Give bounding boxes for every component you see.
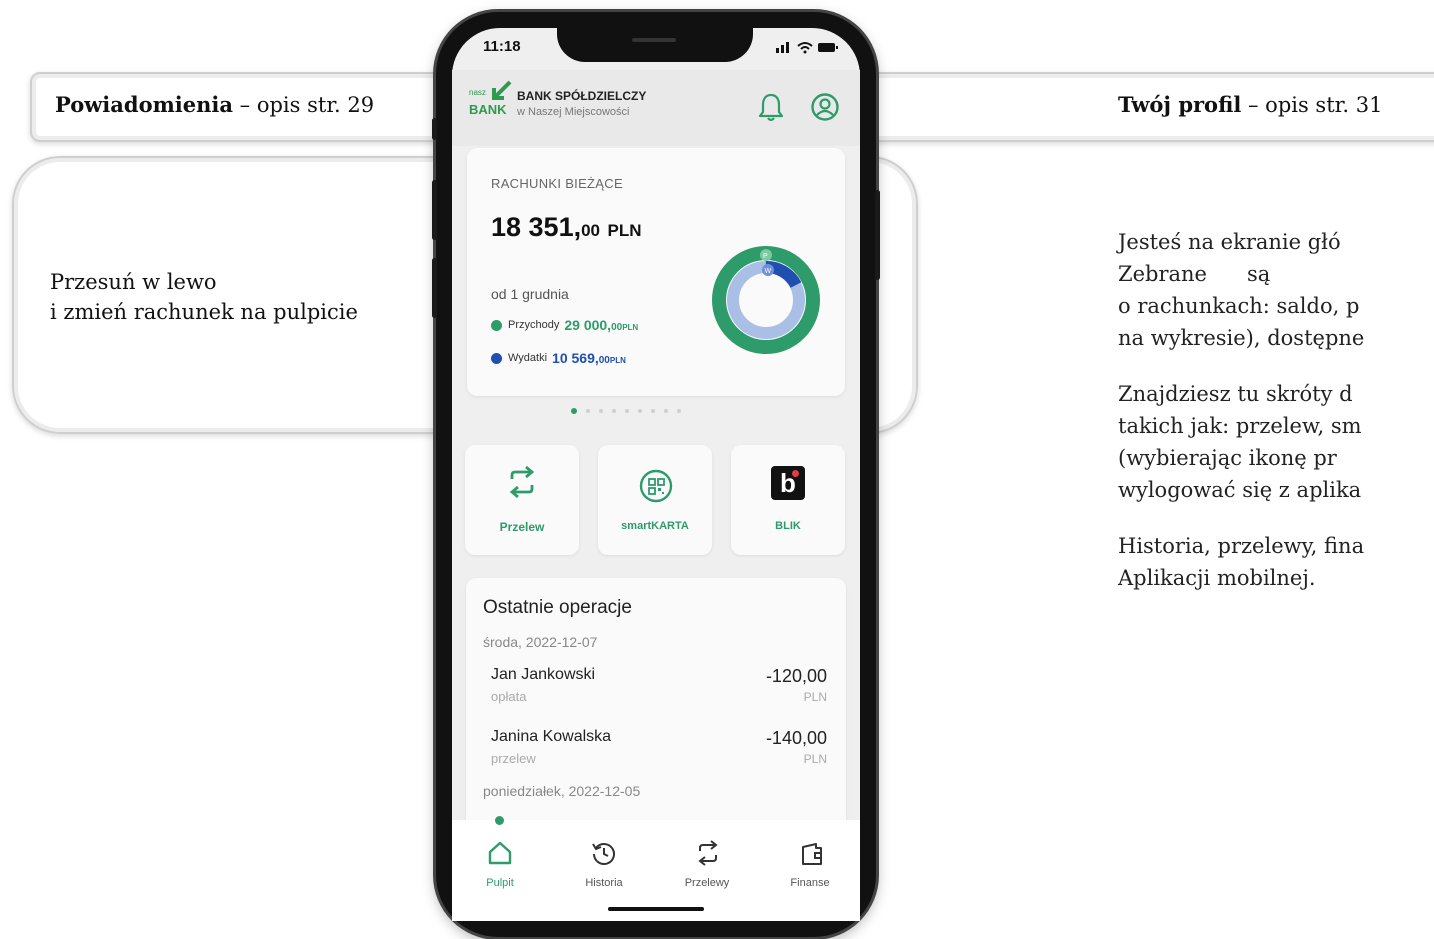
description-p3-l2: Aplikacji mobilnej. <box>1118 566 1316 590</box>
description-p3-l1: Historia, przelewy, fina <box>1118 534 1365 558</box>
home-icon[interactable] <box>487 840 513 866</box>
account-since: od 1 grudnia <box>491 286 569 302</box>
bank-logo-arrow-icon <box>492 80 512 100</box>
shortcut-przelew[interactable] <box>465 445 579 555</box>
description-p2-l4: wylogować się z aplika <box>1118 478 1362 502</box>
callout-profile-text: Twój profil – opis str. 31 <box>1118 92 1382 117</box>
operation-type: przelew <box>491 751 536 766</box>
phone-speaker <box>632 38 676 42</box>
operations-date-2: poniedziałek, 2022-12-05 <box>483 783 641 799</box>
expense-value-integer: 10 569, <box>552 350 599 366</box>
expense-currency: PLN <box>609 356 626 365</box>
expense-value-decimals: 00 <box>598 355 610 366</box>
income-currency: PLN <box>622 323 639 332</box>
bank-logo-nasz: nasz <box>469 88 486 97</box>
pager-dot[interactable] <box>625 409 629 413</box>
callout-swipe-line1: Przesuń w lewo <box>50 270 217 294</box>
description-p1-l3: o rachunkach: saldo, p <box>1118 294 1360 318</box>
bottom-navigation <box>452 820 860 921</box>
operation-name: Janina Kowalska <box>491 728 612 745</box>
bank-name: BANK SPÓŁDZIELCZY <box>517 89 647 103</box>
account-pager[interactable] <box>571 408 681 414</box>
expense-value: 10 569,00PLN <box>552 350 626 366</box>
status-icons <box>776 42 838 54</box>
shortcut-blik-label: BLIK <box>775 520 801 532</box>
nav-przelewy-label: Przelewy <box>684 877 730 889</box>
status-time: 11:18 <box>483 38 521 55</box>
nav-active-indicator <box>495 816 504 825</box>
callout-notifications-bold: Powiadomienia <box>55 92 233 117</box>
callout-notifications-text: Powiadomienia – opis str. 29 <box>55 92 374 117</box>
income-value-integer: 29 000, <box>564 317 612 333</box>
callout-notifications-rest: – opis str. 29 <box>233 93 375 117</box>
blik-icon: b <box>771 466 805 500</box>
phone-notch <box>557 12 753 62</box>
pager-dot[interactable] <box>651 409 655 413</box>
expense-legend: Wydatki 10 569,00PLN <box>491 350 626 366</box>
account-balance: 18 351,00 PLN <box>491 212 642 243</box>
account-donut-chart: P W <box>712 246 820 354</box>
operation-name: Jan Jankowski <box>491 666 596 683</box>
pager-dot[interactable] <box>571 408 577 414</box>
account-balance-decimals: 00 <box>581 221 601 240</box>
description-p1-l1: Jesteś na ekranie głó <box>1118 230 1341 254</box>
income-value-decimals: 00 <box>611 322 623 333</box>
operation-currency: PLN <box>803 690 827 704</box>
operation-amount: -140,00 <box>765 728 827 748</box>
pager-dot[interactable] <box>586 409 590 413</box>
account-title: RACHUNKI BIEŻĄCE <box>491 176 623 191</box>
operations-date-1: środa, 2022-12-07 <box>483 634 598 650</box>
account-balance-currency: PLN <box>607 221 642 240</box>
description-p1-l4: na wykresie), dostępne <box>1118 326 1365 350</box>
history-icon[interactable] <box>591 840 617 866</box>
bank-logo-text: BANK <box>469 102 507 117</box>
description-p2-l3: (wybierając ikonę pr <box>1118 446 1337 470</box>
callout-profile-bold: Twój profil <box>1118 92 1242 117</box>
pager-dot[interactable] <box>664 409 668 413</box>
operations-title: Ostatnie operacje <box>483 597 632 618</box>
pager-dot[interactable] <box>599 409 603 413</box>
shortcut-blik[interactable] <box>731 445 845 555</box>
operation-currency: PLN <box>803 752 827 766</box>
description-p2-l2: takich jak: przelew, sm <box>1118 414 1362 438</box>
operation-type: opłata <box>491 689 527 704</box>
donut-marker-p: P <box>763 253 768 260</box>
shortcut-smartkarta-label: smartKARTA <box>621 520 689 532</box>
finance-icon[interactable] <box>799 841 825 867</box>
bank-subtitle: w Naszej Miejscowości <box>517 106 630 118</box>
transfer-icon <box>509 466 535 498</box>
pager-dot[interactable] <box>677 409 681 413</box>
account-balance-integer: 18 351, <box>491 212 582 242</box>
expense-dot <box>491 352 502 364</box>
qr-card-icon <box>639 469 673 503</box>
income-dot <box>491 319 502 331</box>
bell-icon[interactable] <box>758 92 784 122</box>
operation-amount: -120,00 <box>765 666 827 686</box>
blik-icon-dot <box>792 470 799 477</box>
nav-pulpit-label: Pulpit <box>486 877 514 889</box>
income-label: Przychody <box>508 319 560 331</box>
shortcut-przelew-label: Przelew <box>499 520 545 534</box>
user-circle-icon[interactable] <box>810 92 840 122</box>
phone-silent-switch <box>432 118 437 140</box>
expense-label: Wydatki <box>508 352 548 364</box>
income-value: 29 000,00PLN <box>564 317 638 333</box>
description-p1-l2: Zebrane są <box>1118 262 1311 286</box>
donut-marker-w: W <box>765 268 772 275</box>
phone-power-button <box>875 190 880 280</box>
nav-historia-label: Historia <box>585 877 623 889</box>
nav-finanse-label: Finanse <box>790 877 830 889</box>
phone-volume-down <box>432 258 437 318</box>
transfer-icon[interactable] <box>695 840 721 866</box>
income-legend: Przychody 29 000,00PLN <box>491 317 638 333</box>
pager-dot[interactable] <box>638 409 642 413</box>
description-p2-l1: Znajdziesz tu skróty d <box>1118 382 1353 406</box>
home-indicator <box>608 907 704 911</box>
phone-volume-up <box>432 180 437 240</box>
callout-profile-rest: – opis str. 31 <box>1241 93 1383 117</box>
pager-dot[interactable] <box>612 409 616 413</box>
callout-swipe-line2: i zmień rachunek na pulpicie <box>50 300 358 324</box>
